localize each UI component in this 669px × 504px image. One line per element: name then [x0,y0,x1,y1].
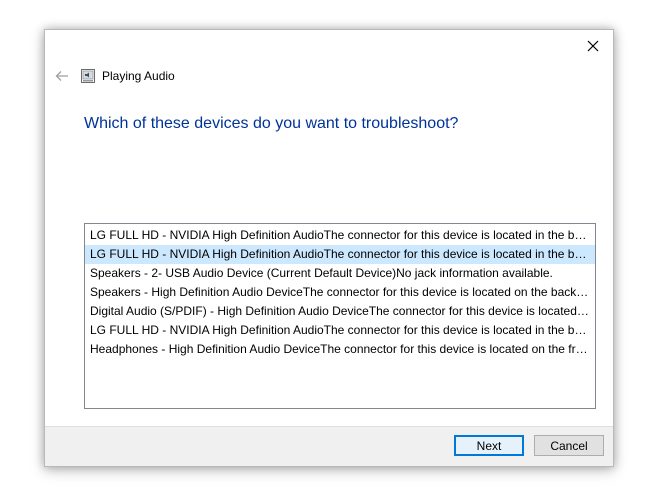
device-list-item[interactable]: LG FULL HD - NVIDIA High Definition Audi… [85,321,595,340]
close-button[interactable] [579,33,607,59]
dialog-title: Playing Audio [102,69,175,83]
back-arrow-icon [55,71,68,81]
device-list-item[interactable]: Speakers - 2- USB Audio Device (Current … [85,264,595,283]
back-button[interactable] [53,67,71,85]
dialog-header: Playing Audio [53,66,175,86]
device-list-item[interactable]: Headphones - High Definition Audio Devic… [85,340,595,359]
dialog-footer: Next Cancel [45,426,613,466]
troubleshooter-dialog: Playing Audio Which of these devices do … [44,29,614,467]
device-list-item-selected[interactable]: LG FULL HD - NVIDIA High Definition Audi… [85,245,595,264]
device-list-item[interactable]: LG FULL HD - NVIDIA High Definition Audi… [85,226,595,245]
device-list-item[interactable]: Digital Audio (S/PDIF) - High Definition… [85,302,595,321]
desktop-background: Playing Audio Which of these devices do … [0,0,669,504]
device-list-item[interactable]: Speakers - High Definition Audio DeviceT… [85,283,595,302]
device-listbox[interactable]: LG FULL HD - NVIDIA High Definition Audi… [84,223,596,409]
next-button[interactable]: Next [454,435,524,456]
page-instruction: Which of these devices do you want to tr… [84,115,459,132]
cancel-button[interactable]: Cancel [534,435,604,456]
troubleshooter-icon [80,68,96,84]
close-icon [587,40,599,52]
